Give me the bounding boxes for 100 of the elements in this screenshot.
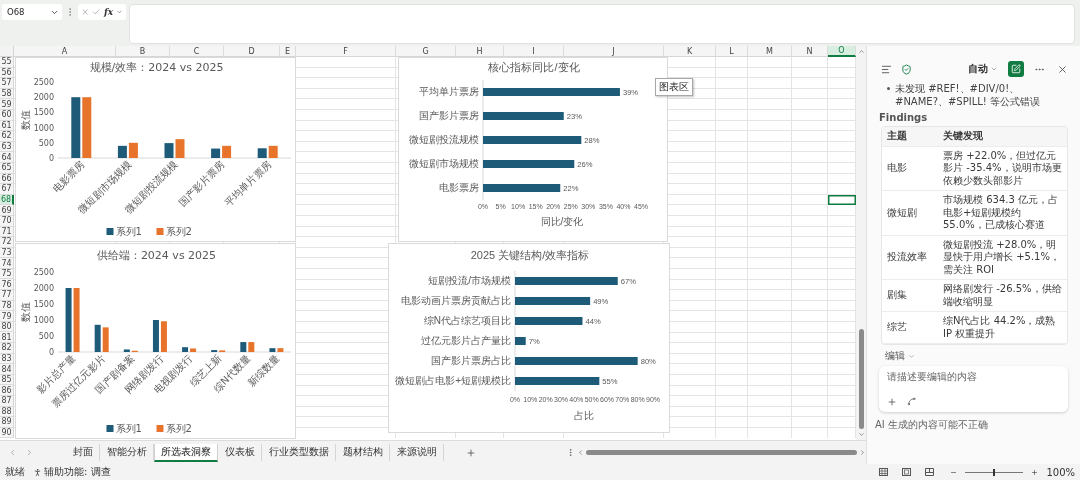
- row-number[interactable]: 86: [0, 385, 14, 396]
- row-number[interactable]: 55: [0, 57, 14, 68]
- category-label: 电影票房: [439, 182, 479, 193]
- mode-dropdown[interactable]: 自动: [968, 62, 998, 76]
- column-header[interactable]: N: [792, 46, 828, 57]
- column-header[interactable]: B: [116, 46, 170, 57]
- axis-label: 占比: [574, 410, 594, 421]
- axis-label: 数值: [20, 302, 31, 322]
- add-icon[interactable]: [887, 397, 897, 407]
- column-header[interactable]: D: [224, 46, 280, 57]
- column-header[interactable]: I: [504, 46, 564, 57]
- row-number[interactable]: 87: [0, 396, 14, 407]
- column-header[interactable]: H: [456, 46, 504, 57]
- row-number[interactable]: 67: [0, 184, 14, 195]
- scroll-right-icon[interactable]: [859, 449, 866, 456]
- bar: [268, 145, 278, 158]
- column-header[interactable]: A: [14, 46, 116, 57]
- column-header[interactable]: C: [170, 46, 224, 57]
- bar: [515, 337, 526, 345]
- grid-view-icon[interactable]: [879, 468, 889, 476]
- row-number[interactable]: 64: [0, 152, 14, 163]
- sheet-tab[interactable]: 行业类型数据: [262, 443, 336, 462]
- row-number[interactable]: 76: [0, 279, 14, 291]
- close-icon[interactable]: [1057, 63, 1068, 75]
- row-number[interactable]: 70: [0, 215, 14, 227]
- row-number[interactable]: 57: [0, 78, 14, 89]
- sheet-tab[interactable]: 题材结构: [336, 443, 390, 462]
- edit-button[interactable]: [1008, 61, 1024, 77]
- scroll-up-icon[interactable]: [857, 48, 865, 55]
- row-number[interactable]: 77: [0, 290, 14, 301]
- person-icon[interactable]: [33, 467, 42, 477]
- row-number[interactable]: 60: [0, 109, 14, 121]
- column-header[interactable]: K: [664, 46, 716, 57]
- row-number[interactable]: 81: [0, 332, 14, 344]
- column-header[interactable]: J: [564, 46, 664, 57]
- scroll-down-icon[interactable]: [857, 431, 865, 438]
- sheet-tab[interactable]: 封面: [66, 443, 100, 462]
- bullet-text: 未发现 #REF!、#DIV/0!、#NAME?、#SPILL! 等公式错误: [895, 83, 1041, 108]
- previous-sheet-icon[interactable]: [8, 448, 17, 457]
- row-number[interactable]: 72: [0, 237, 14, 248]
- row-number[interactable]: 74: [0, 258, 14, 269]
- shield-check-icon[interactable]: [901, 63, 912, 75]
- sheet-tab[interactable]: 所选表洞察: [154, 443, 218, 462]
- column-header[interactable]: F: [296, 46, 396, 57]
- scrollbar-thumb[interactable]: [858, 329, 864, 429]
- column-header[interactable]: L: [716, 46, 748, 57]
- row-number[interactable]: 62: [0, 131, 14, 142]
- more-icon[interactable]: [566, 448, 575, 457]
- table-header: 关键发现: [942, 129, 984, 143]
- column-header[interactable]: O: [828, 46, 856, 57]
- insert-function-button[interactable]: fx: [103, 7, 114, 17]
- bar: [164, 143, 174, 158]
- table-cell-text: 电影: [886, 161, 908, 175]
- table-cell-text: 微短剧投流 +28.0%，明显快于用户增长 +5.1%，需关注 ROI: [942, 237, 1061, 277]
- tick-label: 500: [38, 332, 54, 341]
- formula-input[interactable]: [129, 4, 1075, 44]
- prompt-input[interactable]: 请描述要编辑的内容: [887, 371, 1060, 382]
- scrollbar-thumb[interactable]: [586, 450, 857, 455]
- category-label: 过亿元影片占产量比: [421, 335, 511, 346]
- row-number[interactable]: 90: [0, 427, 14, 439]
- page-break-icon[interactable]: [925, 468, 935, 476]
- next-sheet-icon[interactable]: [25, 448, 34, 457]
- column-header[interactable]: G: [396, 46, 456, 57]
- row-number[interactable]: 69: [0, 205, 14, 216]
- row-number[interactable]: 79: [0, 311, 14, 322]
- edit-dropdown[interactable]: 编辑: [885, 349, 1068, 363]
- row-number[interactable]: 65: [0, 162, 14, 174]
- bar: [128, 142, 138, 158]
- tick-label: 500: [38, 138, 54, 148]
- sheet-tab[interactable]: 仪表板: [218, 443, 262, 462]
- row-number[interactable]: 71: [0, 226, 14, 238]
- accessibility-status[interactable]: 辅助功能: 调查: [44, 465, 111, 479]
- page-layout-icon[interactable]: [902, 468, 912, 476]
- add-sheet-icon[interactable]: [466, 447, 476, 458]
- bar: [117, 145, 127, 158]
- tick-label: 0: [48, 154, 54, 163]
- menu-icon[interactable]: [881, 63, 892, 75]
- zoom-in-icon[interactable]: [1031, 468, 1039, 476]
- row-number[interactable]: 89: [0, 417, 14, 428]
- row-number[interactable]: 66: [0, 173, 14, 185]
- tick-label: 0: [48, 348, 54, 357]
- column-header[interactable]: M: [748, 46, 792, 57]
- curve-icon[interactable]: [907, 397, 916, 406]
- sheet-tab[interactable]: 来源说明: [390, 443, 444, 462]
- cancel-icon[interactable]: [81, 7, 90, 17]
- selected-cell[interactable]: [828, 194, 856, 206]
- row-number[interactable]: 59: [0, 99, 14, 110]
- table-cell-text: 微短剧: [886, 205, 918, 220]
- axis-label: 数值: [20, 110, 31, 130]
- row-number[interactable]: 88: [0, 406, 14, 418]
- category-label: 国产影片票房占比: [431, 355, 511, 366]
- name-box[interactable]: O68: [2, 4, 62, 20]
- check-icon[interactable]: [92, 7, 101, 17]
- zoom-slider-thumb[interactable]: [993, 468, 996, 476]
- row-number[interactable]: 56: [0, 67, 14, 79]
- row-number[interactable]: 61: [0, 120, 14, 132]
- scroll-left-icon[interactable]: [577, 449, 584, 456]
- row-number[interactable]: 84: [0, 364, 14, 375]
- chevron-down-icon[interactable]: [116, 8, 123, 16]
- row-number[interactable]: 82: [0, 343, 14, 354]
